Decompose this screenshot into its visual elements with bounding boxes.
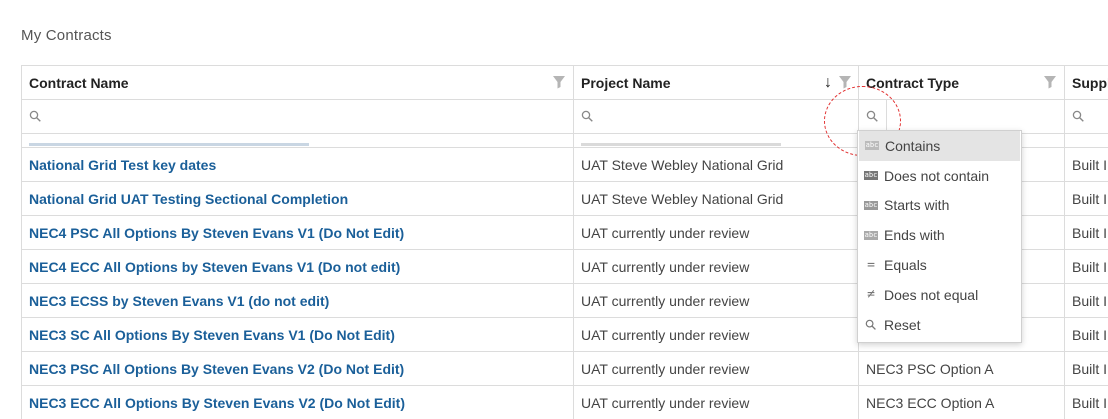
filter-funnel-icon[interactable]	[1043, 75, 1057, 89]
clipped-cell	[573, 134, 858, 147]
menu-item-does-not-equal[interactable]: ≠ Does not equal	[858, 280, 1021, 310]
supplier-cell: Built I	[1064, 386, 1108, 419]
menu-item-starts-with[interactable]: abc Starts with	[858, 191, 1021, 221]
supplier-cell: Built I	[1064, 284, 1108, 317]
project-name-cell: UAT currently under review	[573, 284, 858, 317]
column-header-label: Suppl	[1072, 74, 1108, 91]
contract-name-link[interactable]: NEC3 SC All Options By Steven Evans V1 (…	[21, 318, 573, 351]
supplier-cell: Built I	[1064, 352, 1108, 385]
menu-item-label: Starts with	[884, 197, 950, 214]
page-title: My Contracts	[21, 27, 112, 44]
contract-name-link[interactable]: NEC4 PSC All Options By Steven Evans V1 …	[21, 216, 573, 249]
clipped-cell	[21, 134, 573, 147]
does-not-contain-icon: abc	[864, 171, 878, 181]
supplier-cell: Built I	[1064, 250, 1108, 283]
project-name-cell: UAT currently under review	[573, 216, 858, 249]
column-header-contract-name[interactable]: Contract Name	[21, 66, 573, 99]
menu-item-label: Reset	[884, 316, 921, 333]
supplier-cell: Built I	[1064, 182, 1108, 215]
column-header-label: Project Name	[581, 74, 671, 91]
column-header-contract-type[interactable]: Contract Type	[858, 66, 1064, 99]
menu-item-reset[interactable]: Reset	[858, 310, 1021, 340]
ends-with-icon: abc	[864, 230, 878, 240]
project-name-cell: UAT Steve Webley National Grid	[573, 182, 858, 215]
search-icon	[1072, 110, 1084, 122]
table-row[interactable]: NEC3 ECC All Options By Steven Evans V2 …	[21, 386, 1108, 419]
not-equal-icon: ≠	[867, 287, 875, 303]
filter-input-supplier[interactable]	[1064, 100, 1108, 133]
column-header-project-name[interactable]: Project Name ↓	[573, 66, 858, 99]
table-row[interactable]: NEC3 PSC All Options By Steven Evans V2 …	[21, 352, 1108, 386]
clipped-cell	[1064, 134, 1108, 147]
menu-item-does-not-contain[interactable]: abc Does not contain	[858, 161, 1021, 191]
project-name-cell: UAT currently under review	[573, 250, 858, 283]
project-name-cell: UAT currently under review	[573, 386, 858, 419]
contract-name-link[interactable]: NEC3 ECC All Options By Steven Evans V2 …	[21, 386, 573, 419]
filter-funnel-icon[interactable]	[552, 75, 566, 89]
project-name-cell: UAT currently under review	[573, 318, 858, 351]
supplier-cell: Built I	[1064, 148, 1108, 181]
filter-operator-menu: abc Contains abc Does not contain abc St…	[857, 130, 1022, 343]
menu-item-equals[interactable]: = Equals	[858, 250, 1021, 280]
sort-descending-icon[interactable]: ↓	[824, 74, 832, 92]
contract-name-link[interactable]: NEC3 ECSS by Steven Evans V1 (do not edi…	[21, 284, 573, 317]
grid-header-row: Contract Name Project Name ↓ Contract Ty…	[21, 66, 1108, 100]
menu-item-label: Does not contain	[884, 167, 990, 184]
column-header-label: Contract Type	[866, 74, 960, 91]
supplier-cell: Built I	[1064, 318, 1108, 351]
contract-name-link[interactable]: NEC4 ECC All Options by Steven Evans V1 …	[21, 250, 573, 283]
filter-input-project-name[interactable]	[573, 100, 858, 133]
contains-icon: abc	[865, 141, 879, 151]
search-icon	[864, 319, 878, 331]
contract-type-cell: NEC3 PSC Option A	[858, 352, 1064, 385]
contract-name-link[interactable]: National Grid UAT Testing Sectional Comp…	[21, 182, 573, 215]
menu-item-contains[interactable]: abc Contains	[859, 131, 1020, 161]
menu-item-label: Contains	[885, 137, 941, 154]
contract-name-link[interactable]: National Grid Test key dates	[21, 148, 573, 181]
contract-name-link[interactable]: NEC3 PSC All Options By Steven Evans V2 …	[21, 352, 573, 385]
menu-item-label: Does not equal	[884, 286, 979, 303]
supplier-cell: Built I	[1064, 216, 1108, 249]
grid-filter-row	[21, 100, 1108, 134]
project-name-cell: UAT Steve Webley National Grid	[573, 148, 858, 181]
menu-item-label: Ends with	[884, 227, 945, 244]
column-header-label: Contract Name	[29, 74, 129, 91]
menu-item-ends-with[interactable]: abc Ends with	[858, 220, 1021, 250]
menu-item-label: Equals	[884, 257, 927, 274]
contract-type-cell: NEC3 ECC Option A	[858, 386, 1064, 419]
column-header-supplier[interactable]: Suppl	[1064, 66, 1108, 99]
search-icon	[581, 110, 593, 122]
search-icon	[29, 110, 41, 122]
project-name-cell: UAT currently under review	[573, 352, 858, 385]
filter-input-contract-name[interactable]	[21, 100, 573, 133]
equals-icon: =	[867, 257, 875, 273]
starts-with-icon: abc	[864, 200, 878, 210]
